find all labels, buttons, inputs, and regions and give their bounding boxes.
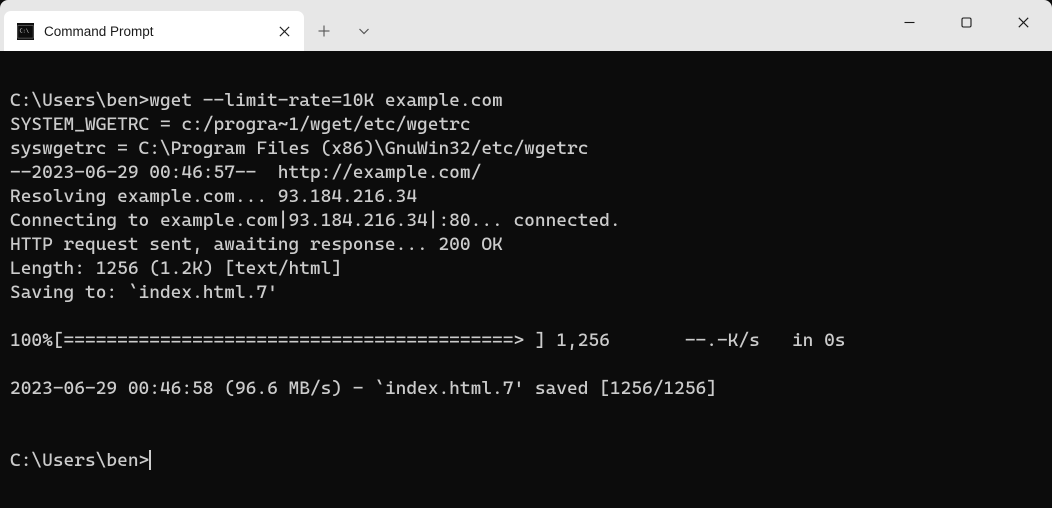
text-cursor [149,450,150,470]
titlebar: C:\ Command Prompt [0,0,1052,51]
tab-dropdown-button[interactable] [344,11,384,51]
close-window-button[interactable] [995,0,1052,44]
plus-icon [318,25,330,37]
tab-actions [304,0,384,51]
maximize-icon [961,17,972,28]
new-tab-button[interactable] [304,11,344,51]
close-icon [1018,17,1029,28]
close-icon [279,26,290,37]
cmd-icon: C:\ [16,22,34,40]
tab-close-button[interactable] [274,21,294,41]
tab-title: Command Prompt [44,24,264,39]
tab-strip: C:\ Command Prompt [0,0,304,51]
minimize-button[interactable] [881,0,938,44]
prompt: C:\Users\ben> [10,450,149,471]
window: C:\ Command Prompt [0,0,1052,508]
window-controls [881,0,1052,44]
svg-text:C:\: C:\ [19,28,29,34]
terminal-area[interactable]: C:\Users\ben>wget --limit-rate=10K examp… [0,51,1052,508]
maximize-button[interactable] [938,0,995,44]
minimize-icon [904,17,915,28]
chevron-down-icon [358,25,370,37]
tab-command-prompt[interactable]: C:\ Command Prompt [4,11,304,51]
